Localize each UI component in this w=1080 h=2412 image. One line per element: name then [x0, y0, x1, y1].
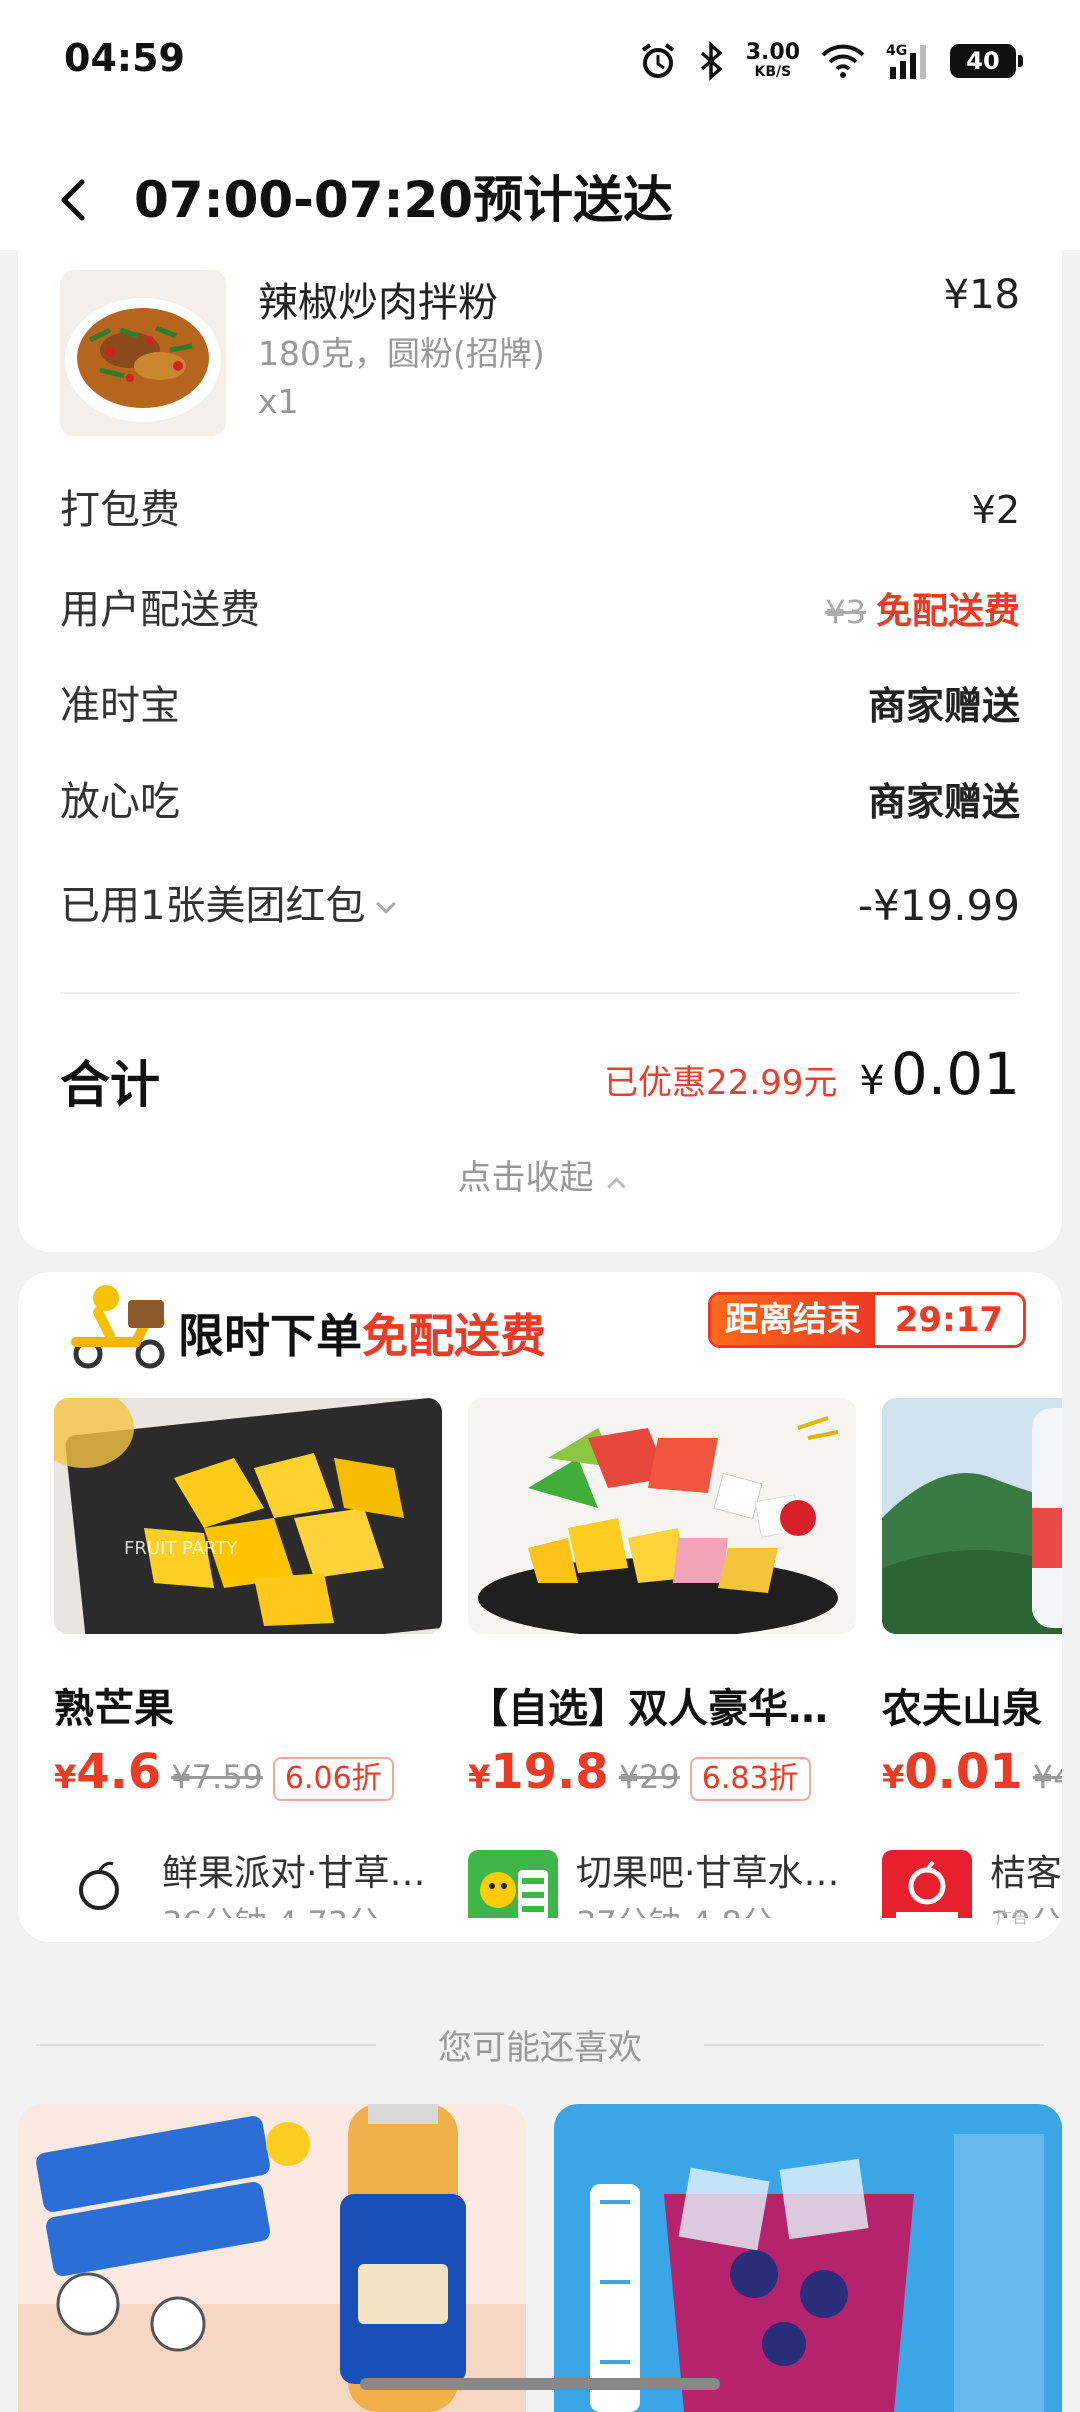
- product-card[interactable]: 【自选】双人豪华… ¥19.8 ¥29 6.83折 切果吧·甘草水…: [468, 1398, 856, 1918]
- net-speed: 3.00 KB/S: [745, 40, 800, 81]
- item-spec: 180克，圆粉(招牌): [258, 334, 545, 373]
- promo-card: 限时下单免配送费 距离结束 29:17 FRUIT PARTY 熟芒果 ¥4.6…: [18, 1272, 1062, 1942]
- countdown-timer: 距离结束 29:17: [707, 1292, 1026, 1348]
- product-name: 【自选】双人豪华…: [468, 1686, 828, 1732]
- image-watermark: FRUIT PARTY: [124, 1538, 238, 1559]
- product-card[interactable]: 农夫山泉 ¥0.01 ¥4 桔客快包 39分钟: [882, 1398, 1062, 1918]
- product-price: ¥0.01: [882, 1744, 1023, 1800]
- delivery-fee-label: 用户配送费: [60, 587, 260, 633]
- total-amount: ¥0.01: [859, 1040, 1020, 1108]
- product-prices: ¥19.8 ¥29 6.83折: [468, 1744, 811, 1801]
- chevron-down-icon: [376, 894, 397, 914]
- recommend-image: [18, 2104, 526, 2412]
- shop-name: 桔客快包: [990, 1853, 1062, 1894]
- red-packet-value: -¥19.99: [857, 881, 1020, 930]
- back-button[interactable]: [58, 170, 108, 230]
- food-safety-label: 放心吃: [60, 779, 180, 825]
- product-discount-badge: 6.06折: [272, 1757, 394, 1801]
- recommend-header: 您可能还喜欢: [36, 2020, 1044, 2070]
- recommend-card[interactable]: [18, 2104, 526, 2412]
- collapse-button[interactable]: 点击收起: [18, 1150, 1062, 1199]
- item-name: 辣椒炒肉拌粉: [258, 280, 498, 326]
- delivery-fee-value: ¥3 免配送费: [825, 580, 1020, 642]
- countdown-time: 29:17: [874, 1295, 1023, 1345]
- order-summary-card: 辣椒炒肉拌粉 180克，圆粉(招牌) x1 ¥18 打包费 ¥2 用户配送费 ¥…: [18, 230, 1062, 1252]
- promo-title: 限时下单免配送费: [178, 1309, 546, 1363]
- ontime-guarantee-row: 准时宝 商家赠送: [60, 676, 1020, 736]
- product-image[interactable]: [882, 1398, 1062, 1634]
- recommend-card[interactable]: [554, 2104, 1062, 2412]
- promo-product-list: FRUIT PARTY 熟芒果 ¥4.6 ¥7.59 6.06折 鲜果派对·甘草…: [54, 1398, 1062, 1918]
- product-name: 熟芒果: [54, 1686, 174, 1732]
- packing-fee-label: 打包费: [60, 487, 180, 533]
- delivery-fee-original: ¥3: [825, 593, 866, 631]
- chevron-up-icon: [606, 1177, 626, 1196]
- food-safety-value: 商家赠送: [867, 780, 1020, 824]
- item-quantity: x1: [258, 382, 299, 421]
- product-price: ¥19.8: [468, 1744, 609, 1800]
- delivery-fee-free: 免配送费: [875, 591, 1020, 632]
- product-image[interactable]: [468, 1398, 856, 1634]
- packing-fee-row: 打包费 ¥2: [60, 480, 1020, 540]
- product-original-price: ¥29: [618, 1758, 680, 1796]
- saved-amount: 已优惠22.99元: [604, 1063, 838, 1103]
- shop-logo: [468, 1850, 558, 1918]
- ontime-guarantee-label: 准时宝: [60, 683, 180, 729]
- page-header: 07:00-07:20预计送达: [0, 150, 1080, 250]
- product-prices: ¥0.01 ¥4: [882, 1744, 1062, 1800]
- top-bar: 04:59 3.00 KB/S 4G 40 07:00-07:20预计送达: [0, 0, 1080, 250]
- signal-icon: 4G: [886, 43, 926, 79]
- shop-meta: 37分钟 4.8分: [576, 1898, 774, 1918]
- shop-logo: [54, 1850, 144, 1918]
- alarm-icon: [641, 43, 674, 78]
- delivery-fee-row: 用户配送费 ¥3 免配送费: [60, 580, 1020, 640]
- red-packet-label[interactable]: 已用1张美团红包: [60, 876, 397, 936]
- home-indicator[interactable]: [360, 2378, 720, 2390]
- recommend-image: [554, 2104, 1062, 2412]
- status-time: 04:59: [64, 36, 185, 80]
- status-icons: 3.00 KB/S 4G 40: [638, 36, 1023, 86]
- page-title: 07:00-07:20预计送达: [134, 171, 674, 229]
- shop-logo: [882, 1850, 972, 1918]
- red-packet-row[interactable]: 已用1张美团红包 -¥19.99: [60, 876, 1020, 936]
- product-original-price: ¥4: [1032, 1758, 1062, 1796]
- countdown-label: 距离结束: [710, 1295, 875, 1345]
- item-image[interactable]: [60, 270, 226, 436]
- back-arrow-icon: [61, 179, 85, 221]
- recommend-title: 您可能还喜欢: [438, 2028, 642, 2068]
- packing-fee-value: ¥2: [971, 488, 1020, 532]
- item-price: ¥18: [943, 272, 1020, 318]
- network-type: 4G: [886, 43, 907, 59]
- food-safety-row: 放心吃 商家赠送: [60, 772, 1020, 832]
- product-discount-badge: 6.83折: [689, 1757, 811, 1801]
- battery-icon: 40: [950, 44, 1023, 78]
- product-prices: ¥4.6 ¥7.59 6.06折: [54, 1744, 394, 1801]
- product-card[interactable]: FRUIT PARTY 熟芒果 ¥4.6 ¥7.59 6.06折 鲜果派对·甘草…: [54, 1398, 442, 1918]
- total-summary: 已优惠22.99元 ¥0.01: [604, 1040, 1020, 1108]
- bluetooth-icon: [700, 41, 723, 81]
- ontime-guarantee-value: 商家赠送: [867, 684, 1020, 728]
- product-price: ¥4.6: [54, 1744, 162, 1800]
- delivery-rider-icon: [71, 1285, 165, 1369]
- wifi-icon: [821, 44, 865, 78]
- shop-name: 鲜果派对·甘草…: [162, 1853, 426, 1894]
- product-image[interactable]: FRUIT PARTY: [54, 1398, 442, 1634]
- product-name: 农夫山泉: [882, 1686, 1042, 1732]
- total-label: 合计: [60, 1056, 160, 1114]
- shop-meta: 36分钟 4.73分: [162, 1898, 380, 1918]
- shop-name: 切果吧·甘草水…: [576, 1853, 840, 1894]
- product-original-price: ¥7.59: [171, 1758, 263, 1796]
- divider: [60, 992, 1020, 994]
- status-bar: 04:59 3.00 KB/S 4G 40: [0, 0, 1080, 120]
- ad-tag: 广告: [995, 1908, 1028, 1927]
